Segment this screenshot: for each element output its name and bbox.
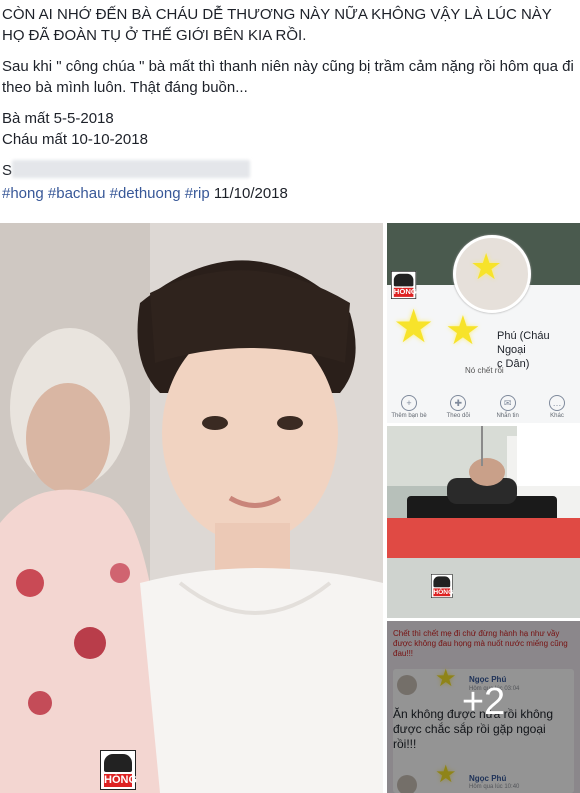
more-photos-overlay[interactable]: +2 bbox=[387, 621, 580, 793]
hashtag-rip[interactable]: #rip bbox=[185, 185, 210, 202]
hashtag-line: #hong #bachau #dethuong #rip 11/10/2018 bbox=[2, 183, 576, 204]
hashtag-bachau[interactable]: #bachau bbox=[48, 185, 106, 202]
hashtag-dethuong[interactable]: #dethuong bbox=[110, 185, 181, 202]
profile-name-line1: Phú (Cháu Ngoại bbox=[497, 330, 550, 356]
more-icon: … bbox=[548, 395, 565, 411]
hong-watermark-text: HÓNG bbox=[433, 588, 454, 597]
follow-label: Theo dõi bbox=[446, 413, 470, 419]
hospital-photo bbox=[387, 426, 580, 618]
add-friend-label: Thêm bạn bè bbox=[391, 413, 427, 419]
more-button[interactable]: … Khác bbox=[539, 395, 575, 419]
censor-star-icon: ★ bbox=[393, 300, 435, 352]
source-prefix: S bbox=[2, 162, 13, 179]
grandma-date: Bà mất 5-5-2018 bbox=[2, 110, 114, 127]
post-screenshot-thumb[interactable]: Chết thì chết mẹ đi chứ đừng hành hạ như… bbox=[387, 621, 580, 793]
message-button[interactable]: ✉ Nhắn tin bbox=[490, 395, 526, 419]
messenger-icon: ✉ bbox=[499, 395, 516, 411]
hashtag-hong[interactable]: #hong bbox=[2, 185, 44, 202]
profile-screenshot-thumb[interactable]: ★ HÓNG ★ ★ Phú (Cháu Ngoại c Dân) Nó chế… bbox=[387, 223, 580, 423]
post-date: 11/10/2018 bbox=[213, 185, 288, 202]
add-friend-button[interactable]: + Thêm bạn bè bbox=[391, 395, 427, 419]
hong-watermark: HÓNG bbox=[100, 750, 137, 790]
profile-actions: + Thêm bạn bè ✚ Theo dõi ✉ Nhắn tin … Kh… bbox=[391, 395, 575, 419]
post-headline: CÒN AI NHỚ ĐẾN BÀ CHÁU DỄ THƯƠNG NÀY NỮA… bbox=[2, 6, 552, 44]
censor-star-icon: ★ bbox=[470, 246, 503, 287]
grandma-grandson-photo bbox=[0, 223, 383, 793]
message-label: Nhắn tin bbox=[496, 413, 519, 419]
hong-watermark-text: HÓNG bbox=[104, 774, 137, 787]
main-photo[interactable]: HÓNG bbox=[0, 223, 383, 793]
add-friend-icon: + bbox=[401, 395, 417, 411]
more-label: Khác bbox=[550, 413, 564, 419]
post-body: Sau khi " công chúa " bà mất thì thanh n… bbox=[2, 58, 574, 96]
censor-star-icon: ★ bbox=[445, 309, 481, 353]
follow-icon: ✚ bbox=[450, 395, 467, 411]
source-line: S bbox=[2, 160, 576, 181]
hong-watermark: HÓNG bbox=[431, 574, 453, 598]
hospital-photo-thumb[interactable]: HÓNG bbox=[387, 426, 580, 618]
hong-watermark: HÓNG bbox=[391, 271, 417, 299]
blurred-source bbox=[12, 160, 251, 178]
follow-button[interactable]: ✚ Theo dõi bbox=[440, 395, 476, 419]
profile-status: Nó chết rồi bbox=[465, 366, 504, 375]
grandson-date: Cháu mất 10-10-2018 bbox=[2, 131, 148, 148]
post-text: CÒN AI NHỚ ĐẾN BÀ CHÁU DỄ THƯƠNG NÀY NỮA… bbox=[2, 4, 576, 204]
photo-gallery: HÓNG ★ HÓNG ★ ★ Phú (Cháu Ngoại c Dân) N… bbox=[0, 223, 580, 793]
more-photos-count: +2 bbox=[461, 681, 506, 723]
post-dates: Bà mất 5-5-2018 Cháu mất 10-10-2018 bbox=[2, 108, 576, 150]
hong-watermark-text: HÓNG bbox=[393, 287, 417, 297]
profile-name: Phú (Cháu Ngoại c Dân) bbox=[497, 329, 580, 371]
